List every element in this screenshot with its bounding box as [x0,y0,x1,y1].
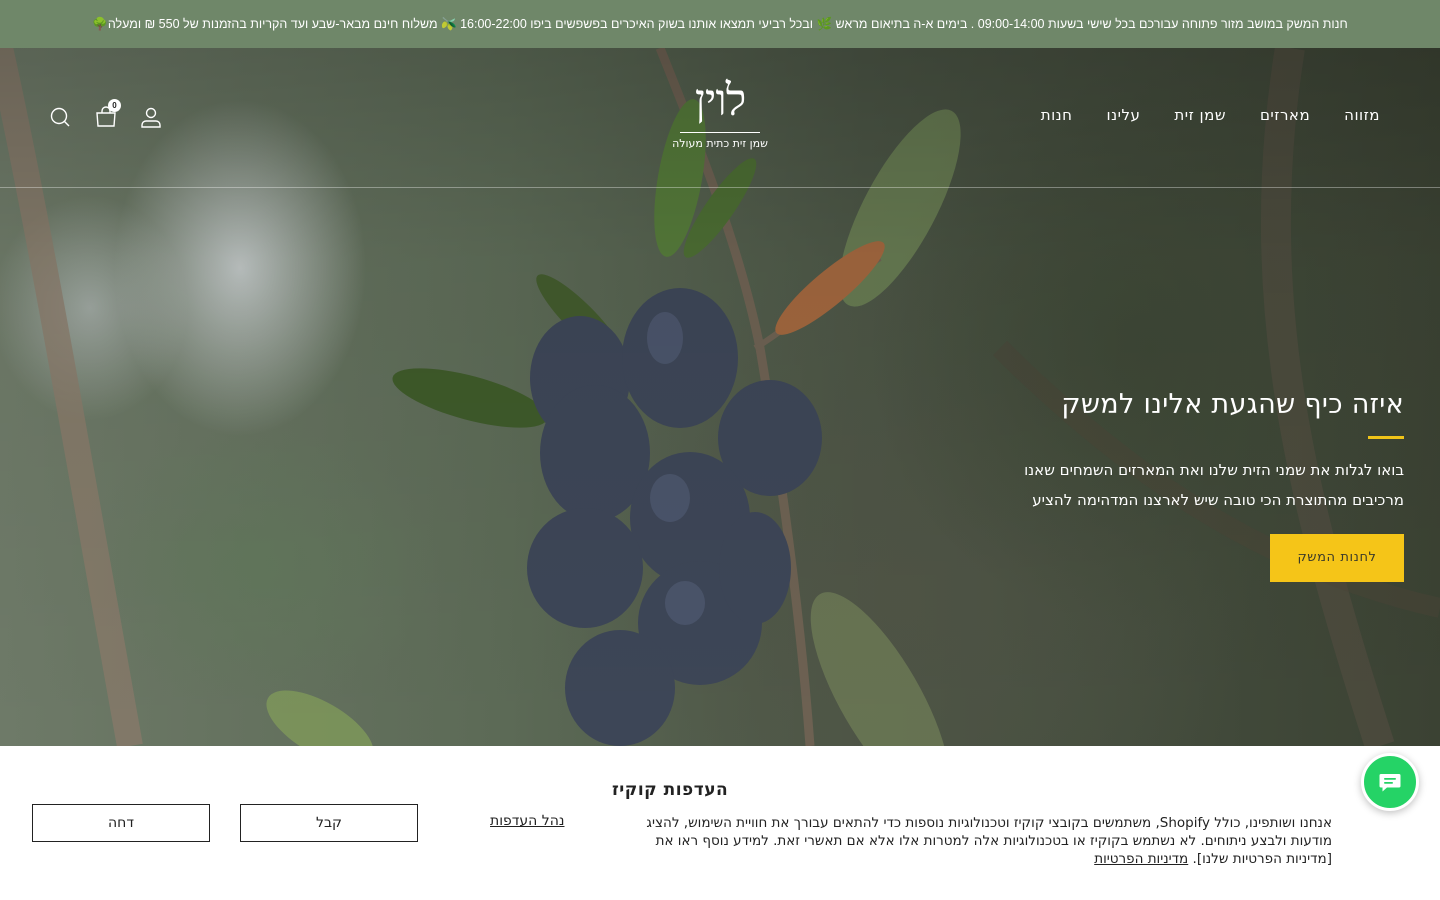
hero-title-underline [1368,436,1404,439]
nav-item-gift-boxes[interactable]: מארזים [1260,106,1310,124]
announcement-bar: חנות המשק במושב מזור פתוחה עבורכם בכל שי… [0,0,1440,48]
logo-divider [680,132,760,133]
account-icon[interactable] [139,105,163,129]
site-logo[interactable]: לוין שמן זית כתית מעולה [672,78,768,162]
nav-item-olive-oil[interactable]: שמן זית [1174,106,1226,124]
chat-icon [1379,774,1401,792]
manage-preferences-link[interactable]: נהל העדפות [490,813,564,829]
shop-cta-button[interactable]: לחנות המשק [1270,534,1404,582]
announcement-text: חנות המשק במושב מזור פתוחה עבורכם בכל שי… [92,16,1348,31]
logo-wordmark: לוין [694,75,747,126]
nav-item-about[interactable]: עלינו [1107,106,1141,124]
hero-description-line-1: בואו לגלות את שמני הזית שלנו ואת המארזים… [1024,461,1404,479]
chat-widget-button[interactable] [1361,753,1419,811]
hero-title: איזה כיף שהגעת אלינו למשק [1061,389,1404,420]
nav-item-pantry[interactable]: מזווה [1344,106,1380,124]
cookie-body: אנחנו ושותפינו, כולל Shopify, משתמשים בק… [612,814,1332,868]
decline-cookies-button[interactable]: דחה [32,804,210,842]
nav-item-shop[interactable]: חנות [1041,106,1073,124]
cookie-body-text: אנחנו ושותפינו, כולל Shopify, משתמשים בק… [646,815,1332,867]
hero-content: איזה כיף שהגעת אלינו למשק בואו לגלות את … [984,385,1404,582]
cookie-banner: העדפות קוקיז אנחנו ושותפינו, כולל Shopif… [0,746,1440,900]
cart-count-badge: 0 [108,99,121,112]
privacy-policy-link[interactable]: מדיניות הפרטיות [1094,851,1188,867]
hero-description-line-2: מרכיבים מהתוצרת הכי טובה שיש לארצנו המדה… [1032,491,1404,509]
search-icon[interactable] [48,105,72,129]
site-header: חנות עלינו שמן זית מארזים מזווה לוין שמן… [0,48,1440,188]
cookie-text-block: העדפות קוקיז אנחנו ושותפינו, כולל Shopif… [612,780,1332,868]
logo-tagline: שמן זית כתית מעולה [672,137,768,150]
main-nav: חנות עלינו שמן זית מארזים מזווה [1041,106,1380,124]
accept-cookies-button[interactable]: קבל [240,804,418,842]
cookie-title: העדפות קוקיז [612,780,729,800]
cart-icon[interactable]: 0 [94,99,121,129]
